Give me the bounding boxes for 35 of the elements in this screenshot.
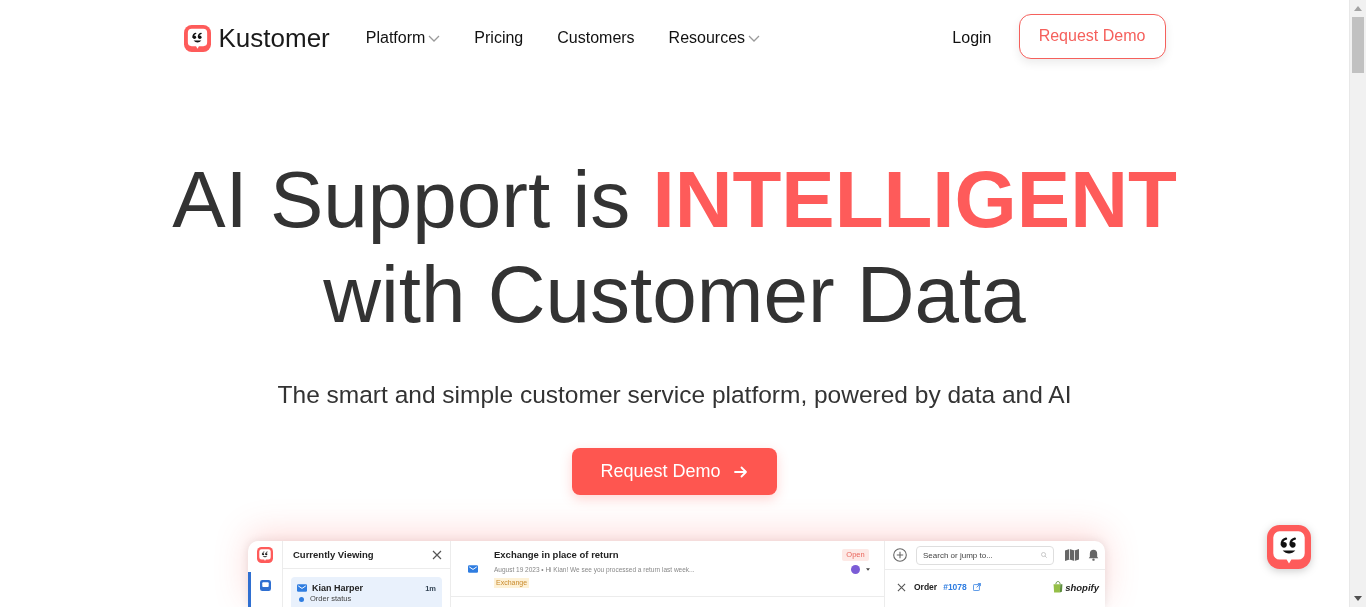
panel-title: Currently Viewing [293, 549, 374, 560]
search-icon [1041, 552, 1047, 558]
nav-link[interactable]: Resources [668, 28, 761, 48]
order-number-link[interactable]: #1078 [943, 582, 967, 592]
mail-icon [297, 584, 307, 592]
shopping-bag-icon [1053, 581, 1064, 593]
external-link-icon[interactable] [972, 583, 981, 591]
map-icon[interactable] [1065, 549, 1079, 561]
hero-heading: AI Support is INTELLIGENT with Customer Data [171, 154, 1178, 341]
home-logo-link[interactable]: Kustomer [183, 23, 330, 53]
nav-link[interactable]: Customers [557, 28, 635, 48]
smiley-logo-icon [257, 547, 273, 563]
login-link[interactable]: Login [952, 28, 992, 48]
bell-icon[interactable] [1088, 549, 1099, 561]
smiley-logo-icon [183, 24, 211, 52]
mail-icon [468, 564, 478, 573]
scroll-down-icon[interactable] [1354, 596, 1362, 601]
nav-link[interactable]: Pricing [474, 28, 524, 48]
conversation-subject: Exchange in place of return [494, 549, 619, 561]
plus-circle-icon[interactable] [893, 548, 907, 562]
close-icon[interactable] [897, 582, 906, 592]
inbox-icon [259, 580, 271, 591]
scrollbar-thumb[interactable] [1352, 17, 1364, 73]
source-name: shopify [1065, 581, 1099, 593]
scrollbar-track[interactable] [1349, 0, 1366, 607]
hero-subtitle: The smart and simple customer service platform, powered by data and AI [277, 380, 1072, 410]
record-type: Order [914, 582, 938, 592]
caret-down-icon[interactable] [866, 568, 870, 571]
close-icon[interactable] [432, 549, 442, 560]
search-field[interactable]: Search or jump to... [916, 545, 1054, 565]
status-dot-icon [299, 596, 304, 602]
customer-name: Kian Harper [312, 583, 364, 593]
nav-link[interactable]: Platform [365, 28, 441, 48]
chat-smiley-icon[interactable] [1267, 525, 1311, 569]
avatar-icon [851, 565, 860, 574]
